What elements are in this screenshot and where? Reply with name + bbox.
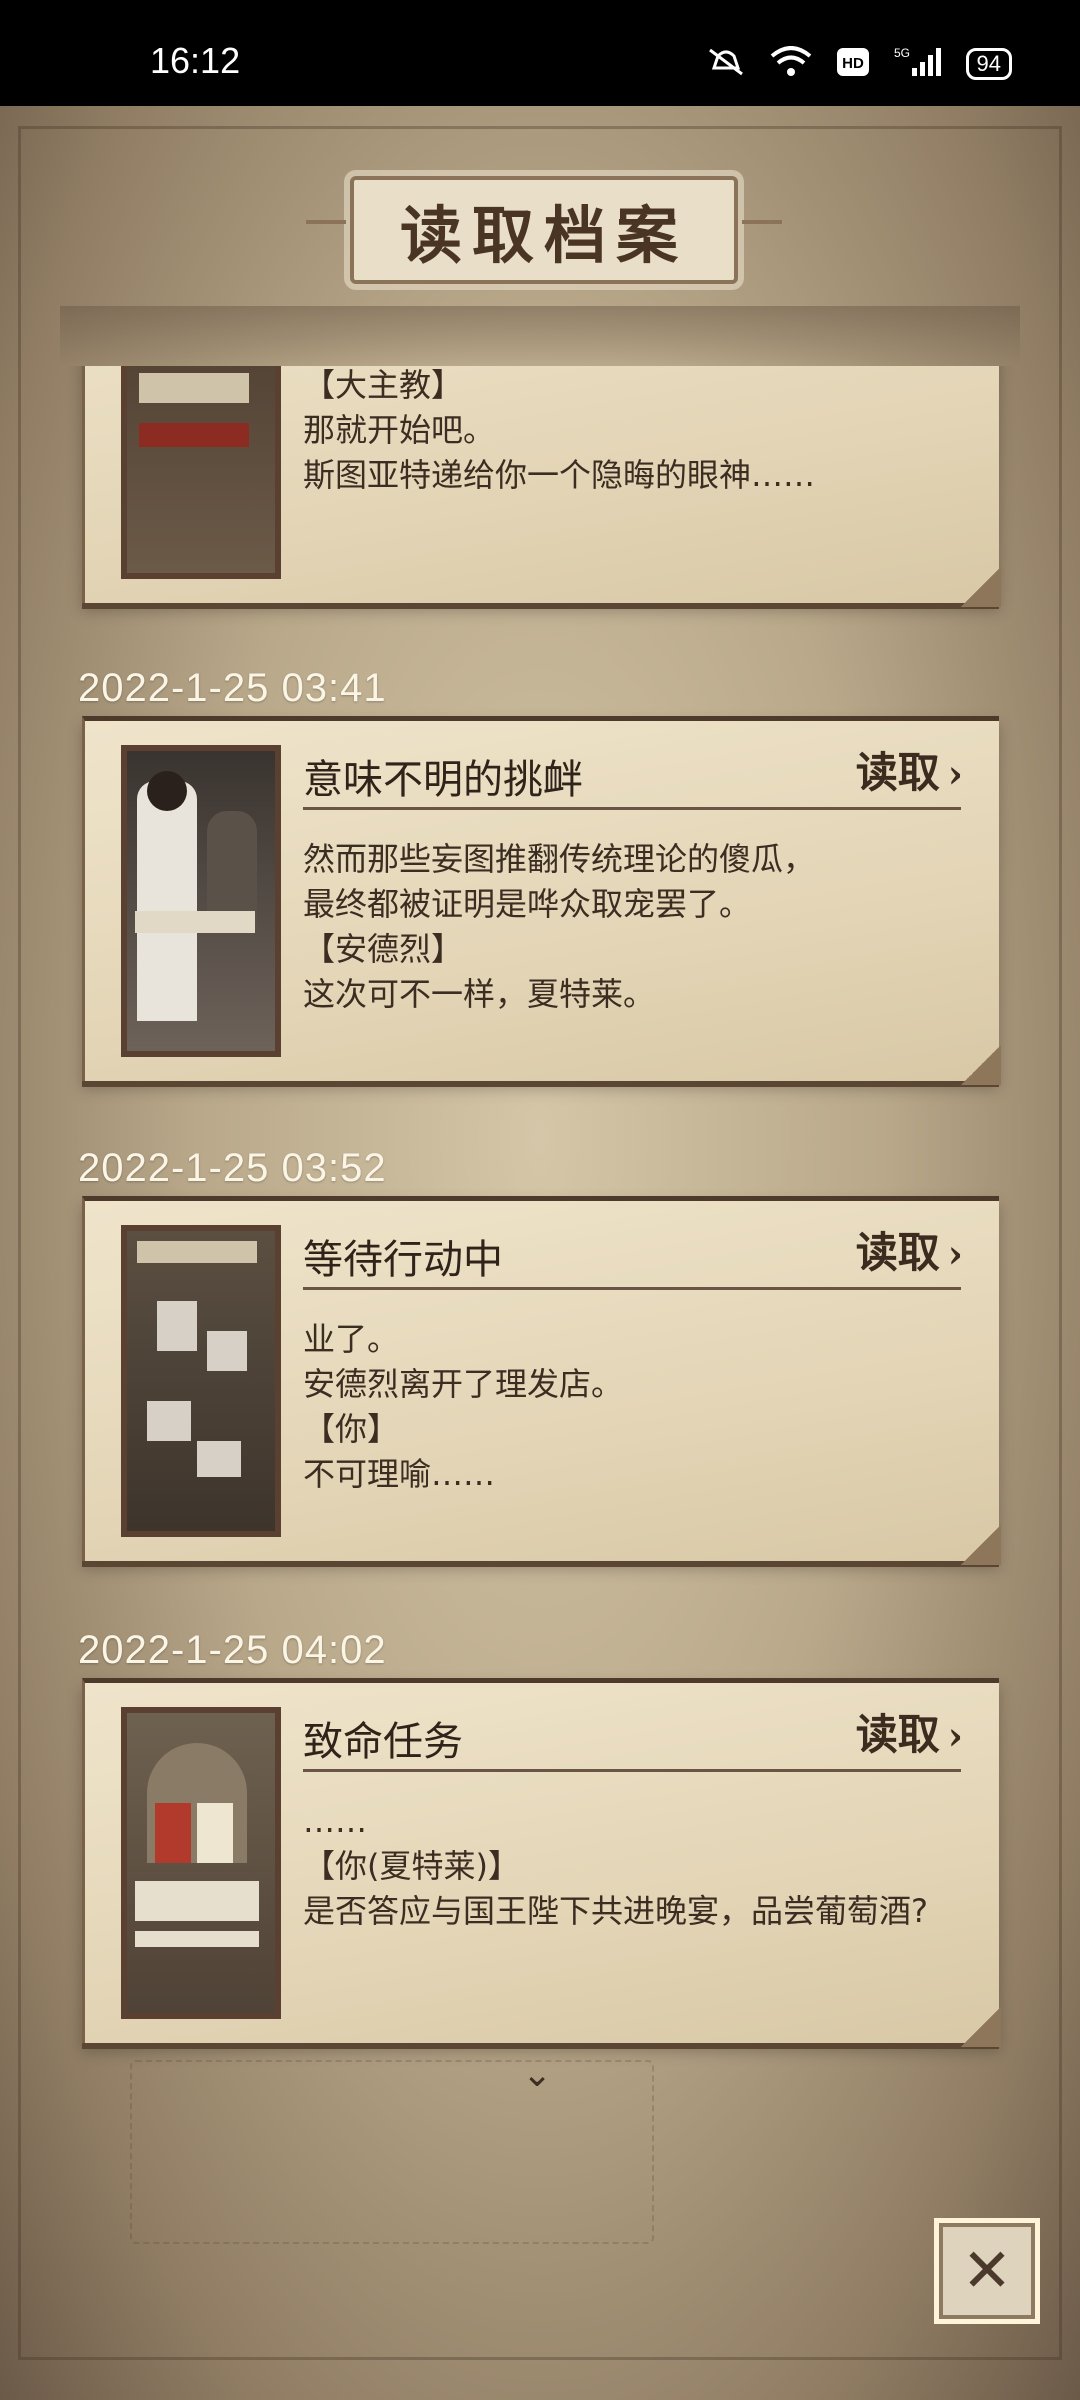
save-date: 2022-1-25 03:41 bbox=[78, 666, 387, 710]
save-thumbnail bbox=[121, 1707, 281, 2019]
close-button[interactable]: ✕ bbox=[934, 2218, 1040, 2324]
chevron-right-icon: › bbox=[947, 1231, 963, 1276]
save-card[interactable]: 等待行动中 读取 › 业了。 安德烈离开了理发店。 【你】 不可理喻…… bbox=[82, 1196, 1001, 1565]
mute-icon bbox=[706, 46, 746, 82]
load-button[interactable]: 读取 › bbox=[856, 1219, 963, 1280]
save-thumbnail bbox=[121, 745, 281, 1057]
load-button-label: 读取 bbox=[855, 1228, 940, 1277]
save-title: 意味不明的挑衅 bbox=[303, 757, 583, 803]
load-button[interactable]: 读取 › bbox=[856, 1701, 963, 1762]
hd-icon: HD bbox=[836, 47, 870, 81]
save-card[interactable]: 【大主教】 那就开始吧。 斯图亚特递给你一个隐晦的眼神…… bbox=[82, 366, 1001, 607]
chevron-right-icon: › bbox=[947, 1713, 963, 1758]
save-text: 业了。 安德烈离开了理发店。 【你】 不可理喻…… bbox=[303, 1320, 624, 1493]
status-time: 16:12 bbox=[150, 40, 241, 81]
decorative-smudge bbox=[60, 306, 1020, 366]
5g-signal-icon: 5G bbox=[894, 46, 942, 82]
save-text: …… 【你(夏特莱)】 是否答应与国王陛下共进晚宴，品尝葡萄酒? bbox=[303, 1802, 928, 1930]
save-text: 然而那些妄图推翻传统理论的傻瓜， 最终都被证明是哗众取宠罢了。 【安德烈】 这次… bbox=[303, 840, 816, 1013]
save-date: 2022-1-25 03:52 bbox=[78, 1146, 387, 1190]
load-button-label: 读取 bbox=[855, 1710, 940, 1759]
save-title: 致命任务 bbox=[303, 1719, 463, 1765]
save-card[interactable]: 意味不明的挑衅 读取 › 然而那些妄图推翻传统理论的傻瓜， 最终都被证明是哗众取宠… bbox=[82, 716, 1001, 1085]
load-button-label: 读取 bbox=[855, 748, 940, 797]
load-button[interactable]: 读取 › bbox=[856, 739, 963, 800]
title-divider bbox=[303, 1769, 961, 1772]
svg-text:5G: 5G bbox=[894, 46, 910, 60]
save-card[interactable]: 致命任务 读取 › …… 【你(夏特莱)】 是否答应与国王陛下共进晚宴，品尝葡萄酒… bbox=[82, 1678, 1001, 2047]
close-icon: ✕ bbox=[961, 2236, 1013, 2306]
chevron-down-icon[interactable]: ⌄ bbox=[522, 2054, 552, 2095]
chevron-right-icon: › bbox=[947, 751, 963, 796]
save-date: 2022-1-25 04:02 bbox=[78, 1628, 387, 1672]
save-thumbnail bbox=[121, 366, 281, 579]
save-list[interactable]: 【大主教】 那就开始吧。 斯图亚特递给你一个隐晦的眼神…… 2022-1-25 … bbox=[0, 366, 1080, 2086]
status-bar: 16:12 HD 5G 94 bbox=[0, 0, 1080, 106]
page-title: 读取档案 bbox=[399, 199, 688, 272]
save-title: 等待行动中 bbox=[303, 1237, 503, 1283]
svg-text:HD: HD bbox=[842, 55, 864, 72]
title-plaque: 读取档案 bbox=[306, 176, 782, 284]
battery-indicator: 94 bbox=[965, 48, 1012, 80]
save-thumbnail bbox=[121, 1225, 281, 1537]
status-icons: HD 5G 94 bbox=[706, 46, 1012, 82]
wifi-icon bbox=[770, 46, 812, 82]
save-text: 【大主教】 那就开始吧。 斯图亚特递给你一个隐晦的眼神…… bbox=[303, 366, 816, 494]
title-divider bbox=[303, 807, 961, 810]
decorative-building-etching bbox=[130, 2060, 654, 2244]
title-divider bbox=[303, 1287, 961, 1290]
